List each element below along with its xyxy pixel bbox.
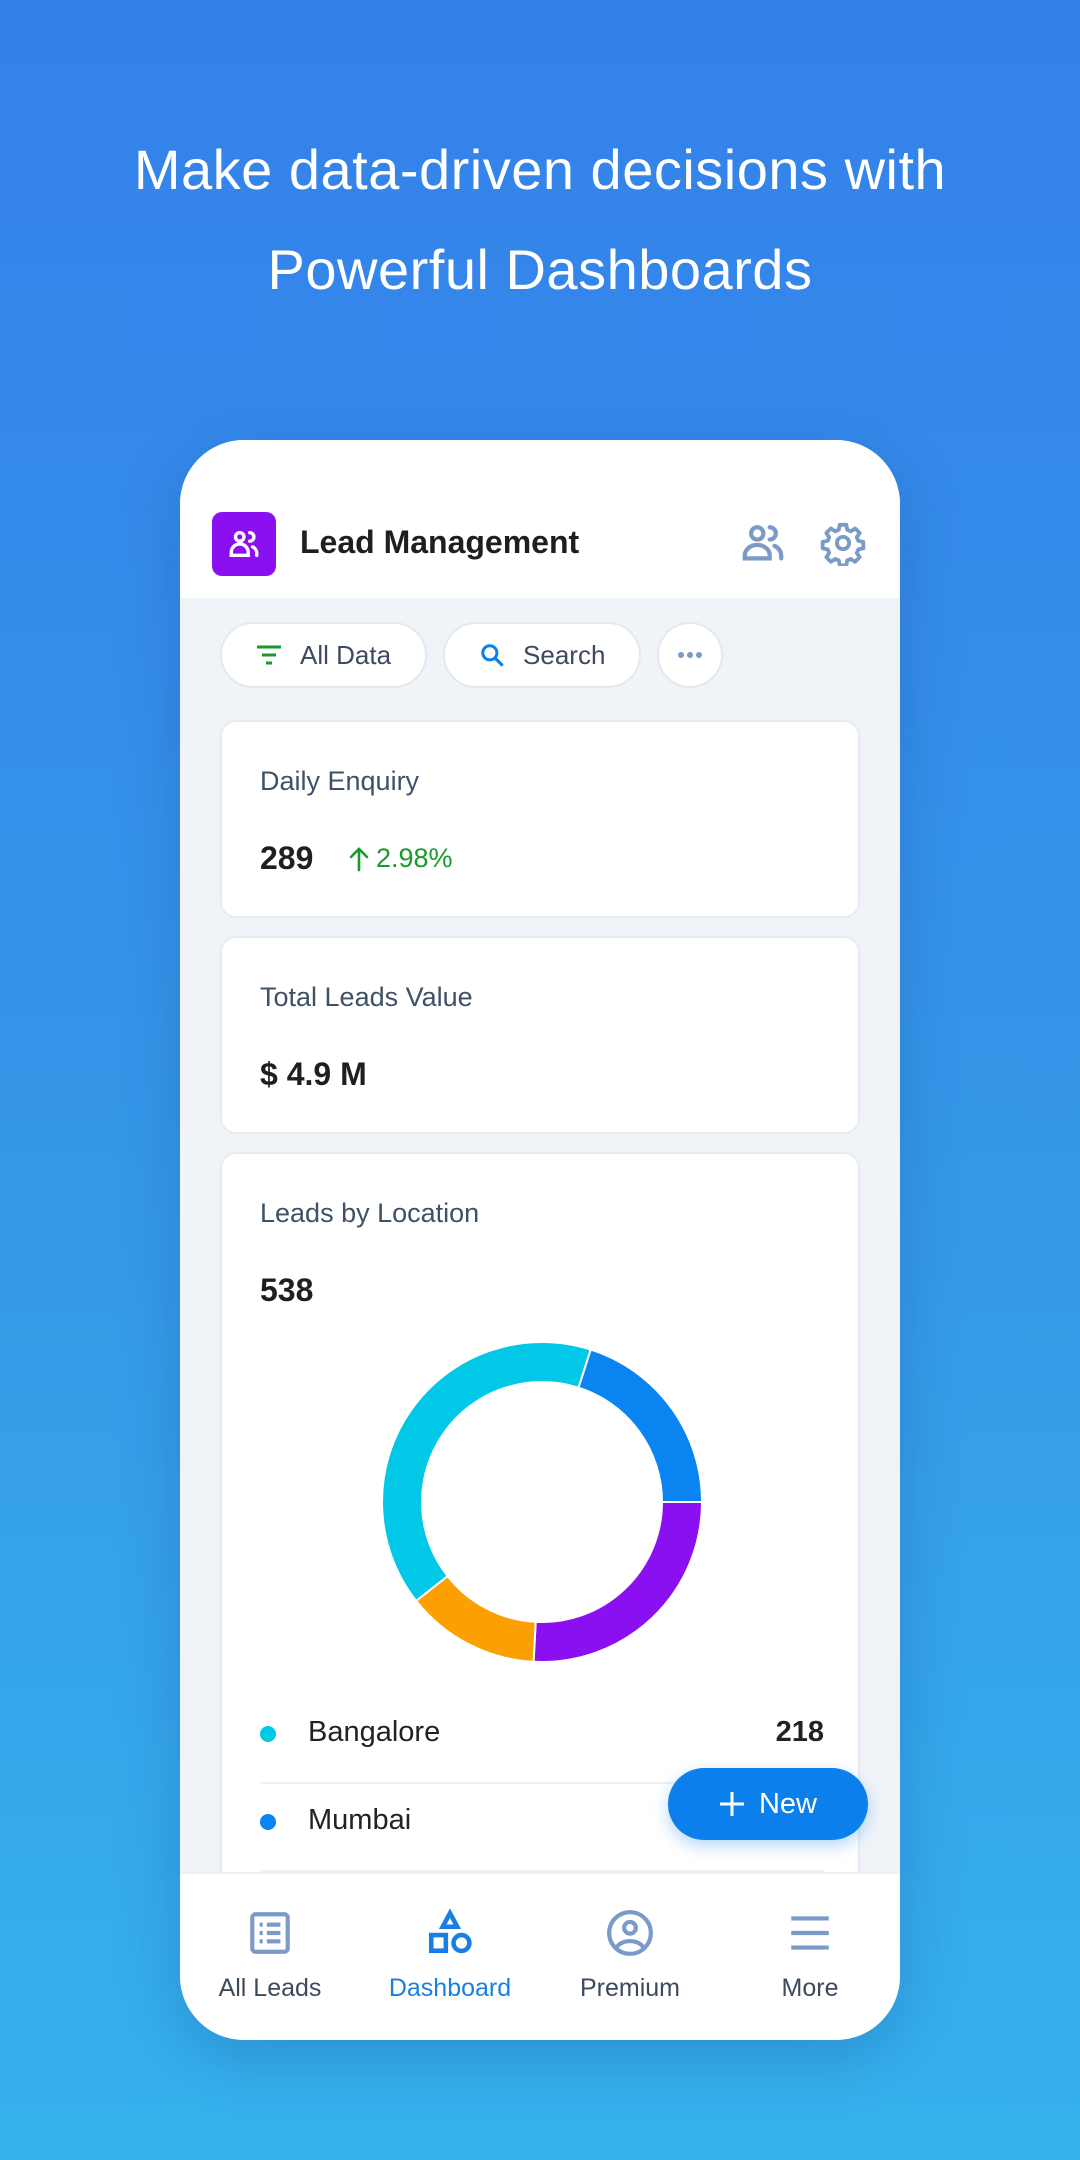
nav-label: Dashboard (388, 1974, 512, 2002)
total-leads-value-amount: $ 4.9 M (260, 1056, 367, 1092)
list-icon (250, 1912, 290, 1954)
team-icon[interactable] (740, 520, 786, 566)
all-data-label: All Data (300, 639, 392, 670)
daily-enquiry-value: 289 (260, 840, 314, 876)
nav-item-dashboard[interactable]: Dashboard (360, 1874, 540, 2040)
donut-segment-segment-4[interactable] (414, 1574, 537, 1663)
donut-segment-segment-3[interactable] (532, 1501, 704, 1663)
headline-line-1: Make data-driven decisions with (133, 138, 947, 201)
legend-label: Mumbai (308, 1804, 412, 1836)
legend-dot (260, 1814, 276, 1830)
menu-icon (791, 1916, 829, 1950)
shapes-icon (428, 1908, 472, 1954)
daily-enquiry-card[interactable]: Daily Enquiry 289 2.98% (220, 720, 860, 918)
new-label: New (758, 1787, 817, 1820)
people-icon (229, 530, 259, 558)
nav-label: More (781, 1974, 839, 2002)
plus-icon (719, 1792, 744, 1816)
phone-screen: Lead Management All Data Search Daily En… (180, 440, 900, 2040)
filter-icon (257, 645, 281, 665)
promo-headline: Make data-driven decisions with Powerful… (0, 120, 1080, 320)
bottom-navigation: All Leads Dashboard Premium More (180, 1872, 900, 2040)
headline-line-2: Powerful Dashboards (267, 238, 813, 301)
app-title: Lead Management (300, 524, 580, 560)
legend-value: 218 (775, 1716, 824, 1748)
search-label: Search (523, 639, 606, 670)
leads-donut-chart (381, 1341, 704, 1663)
donut-segment-mumbai[interactable] (577, 1348, 704, 1503)
daily-enquiry-title: Daily Enquiry (260, 766, 420, 796)
user-circle-icon (607, 1910, 653, 1956)
legend-label: Bangalore (308, 1716, 441, 1748)
gear-icon[interactable] (820, 520, 866, 566)
nav-item-premium[interactable]: Premium (540, 1874, 720, 2040)
nav-label: Premium (579, 1974, 680, 2002)
daily-enquiry-trend: 2.98% (348, 843, 453, 874)
filter-bar: All Data Search (220, 622, 724, 688)
leads-by-location-total: 538 (260, 1272, 314, 1308)
total-leads-value-card[interactable]: Total Leads Value $ 4.9 M (220, 936, 860, 1134)
search-icon (481, 644, 504, 667)
trend-percent: 2.98% (376, 843, 453, 873)
leads-by-location-title: Leads by Location (260, 1198, 480, 1228)
more-options-button[interactable] (657, 622, 724, 688)
donut-segment-bangalore[interactable] (381, 1341, 592, 1603)
nav-label: All Leads (218, 1974, 322, 2002)
new-lead-button[interactable]: New (668, 1768, 868, 1840)
app-bar: Lead Management (180, 440, 900, 598)
legend-dot (260, 1726, 276, 1742)
app-logo (212, 512, 276, 576)
total-leads-value-title: Total Leads Value (260, 982, 473, 1012)
ellipsis-icon (678, 652, 703, 658)
nav-item-all-leads[interactable]: All Leads (180, 1874, 360, 2040)
all-data-filter-button[interactable]: All Data (220, 622, 428, 688)
search-button[interactable]: Search (443, 622, 642, 688)
arrow-up-icon (349, 846, 369, 871)
nav-item-more[interactable]: More (720, 1874, 900, 2040)
